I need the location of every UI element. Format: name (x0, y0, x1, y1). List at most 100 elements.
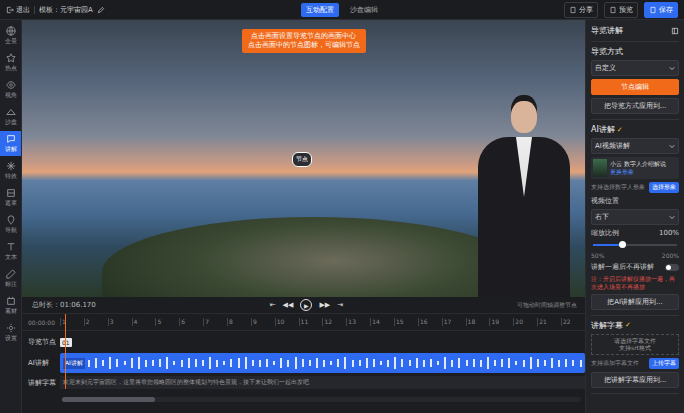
subtitle-section: 讲解字幕✓ 请选择字幕文件支持srt格式 支持添加字幕文件 上传字幕 把讲解字幕… (591, 316, 679, 395)
sidebar-item[interactable]: 标注 (0, 266, 21, 291)
tool-icon (6, 215, 16, 225)
ai-mode-select[interactable]: AI视频讲解 (591, 138, 679, 154)
timeline-track: 讲解字幕 欢迎来到元宇宙园区，这里将带您领略园区的整体规划与特色景观，接下来让我… (22, 376, 585, 389)
wave-bar (145, 360, 147, 367)
wave-bar (480, 360, 482, 367)
wave-bar (430, 359, 432, 367)
sidebar-item[interactable]: 视角 (0, 77, 21, 102)
sidebar-item[interactable]: 特效 (0, 158, 21, 183)
playback-button[interactable]: ▶ (300, 299, 312, 311)
playback-button[interactable]: ◀◀ (283, 301, 294, 309)
action-button[interactable]: 保存 (644, 2, 678, 18)
collapse-icon[interactable] (671, 27, 679, 35)
playback-button[interactable]: ▶▶ (319, 301, 330, 309)
panorama-view[interactable]: 点击画面设置导览节点的画面中心点击画面中的节点图标，可编辑节点 节点 (22, 20, 585, 297)
wave-bar (230, 359, 232, 367)
wave-bar (366, 358, 368, 368)
avatar-thumbnail (593, 159, 607, 177)
wave-bar (173, 361, 175, 365)
tool-icon (6, 269, 16, 279)
sidebar-item[interactable]: 设置 (0, 320, 21, 345)
mode-tab[interactable]: 沙盘编辑 (345, 3, 383, 17)
track-lane[interactable]: 01 (60, 334, 585, 350)
presenter-shirt (516, 137, 532, 197)
scale-range: 50% 200% (591, 252, 679, 259)
track-lane[interactable]: AI讲解 (60, 353, 585, 373)
playhead[interactable] (65, 314, 66, 389)
wave-bar (558, 360, 560, 367)
chevron-icon (669, 143, 675, 149)
track-lane[interactable]: 欢迎来到元宇宙园区，这里将带您领略园区的整体规划与特色景观，接下来让我们一起出发… (60, 376, 585, 389)
wave-bar (580, 360, 582, 367)
scale-value: 100% (659, 229, 679, 237)
upload-row: 支持添加字幕文件 上传字幕 (591, 358, 679, 369)
wave-bar (401, 359, 403, 367)
exit-button[interactable]: 退出 (6, 5, 30, 15)
slider-knob[interactable] (619, 241, 626, 248)
wave-bar (138, 357, 140, 370)
sidebar: 全景 热点 视角 沙盘 讲解 特效 遮罩 导航 文本 标注 素材 设置 (0, 20, 22, 413)
wave-bar (124, 361, 126, 365)
sidebar-item[interactable]: 讲解 (0, 131, 21, 156)
pencil-icon[interactable] (97, 6, 105, 14)
apply-ai-button[interactable]: 把AI讲解应用到... (591, 294, 679, 310)
wave-bar (309, 360, 311, 366)
sidebar-item[interactable]: 素材 (0, 293, 21, 318)
apply-subtitle-button[interactable]: 把讲解字幕应用到... (591, 372, 679, 388)
warning-text: 注：开启后讲解仅播放一遍，再次进入场景不再播放 (591, 275, 679, 291)
once-label: 讲解一遍后不再讲解 (591, 262, 654, 272)
wave-bar (416, 358, 418, 368)
guide-mode-select[interactable]: 自定义 (591, 60, 679, 76)
sidebar-item[interactable]: 导航 (0, 212, 21, 237)
wave-bar (102, 360, 104, 366)
scale-slider[interactable] (593, 244, 677, 246)
ruler-tick: 6 (179, 318, 203, 326)
apply-guide-button[interactable]: 把导览方式应用到... (591, 98, 679, 114)
enabled-check[interactable]: ✓ (625, 321, 631, 329)
action-button[interactable]: 分享 (564, 2, 598, 18)
section-title: 导览方式 (591, 46, 679, 57)
guide-node[interactable]: 节点 (292, 152, 312, 167)
sidebar-item[interactable]: 热点 (0, 50, 21, 75)
once-switch[interactable] (665, 264, 679, 271)
enabled-check[interactable]: ✓ (617, 126, 623, 134)
ruler-tick: 12 (322, 318, 346, 326)
sidebar-item[interactable]: 沙盘 (0, 104, 21, 129)
mode-tab[interactable]: 互动配置 (301, 3, 339, 17)
playback-button[interactable]: ⇥ (337, 301, 343, 309)
timeline-track: 导览节点 01 (22, 334, 585, 350)
wave-bar (216, 360, 218, 367)
ruler-tick: 3 (108, 318, 132, 326)
upload-button[interactable]: 上传字幕 (649, 358, 679, 369)
chevron-icon (669, 65, 675, 71)
node-edit-button[interactable]: 节点编辑 (591, 79, 679, 95)
sidebar-item[interactable]: 遮罩 (0, 185, 21, 210)
wave-bar (131, 358, 133, 368)
sidebar-item[interactable]: 全景 (0, 23, 21, 48)
tool-icon (6, 26, 16, 36)
change-avatar-link[interactable]: 更换形象 (610, 168, 666, 176)
wave-bar (302, 359, 304, 367)
section-title: 讲解字幕✓ (591, 320, 679, 331)
wave-bar (523, 360, 525, 367)
wave-bar (202, 360, 204, 366)
wave-bar (551, 358, 553, 368)
ruler-tick: 15 (394, 318, 418, 326)
track-label: 导览节点 (22, 337, 60, 347)
action-icon (649, 6, 657, 14)
ruler-tick: 4 (132, 318, 156, 326)
wave-bar (316, 358, 318, 368)
subtitle-text: 欢迎来到元宇宙园区，这里将带您领略园区的整体规划与特色景观，接下来让我们一起出发… (63, 378, 309, 387)
position-select[interactable]: 右下 (591, 209, 679, 225)
presenter-head (511, 101, 537, 133)
scroll-thumb[interactable] (62, 397, 155, 402)
panel-title: 导览讲解 (591, 25, 623, 36)
subtitle-upload-box[interactable]: 请选择字幕文件支持srt格式 (591, 334, 679, 356)
wave-bar (330, 361, 332, 365)
presenter-figure[interactable] (478, 95, 570, 297)
choose-avatar-button[interactable]: 选择形象 (649, 182, 679, 193)
playback-button[interactable]: ⇤ (270, 301, 276, 309)
track-label: 讲解字幕 (22, 378, 60, 388)
action-button[interactable]: 预览 (604, 2, 638, 18)
sidebar-item[interactable]: 文本 (0, 239, 21, 264)
